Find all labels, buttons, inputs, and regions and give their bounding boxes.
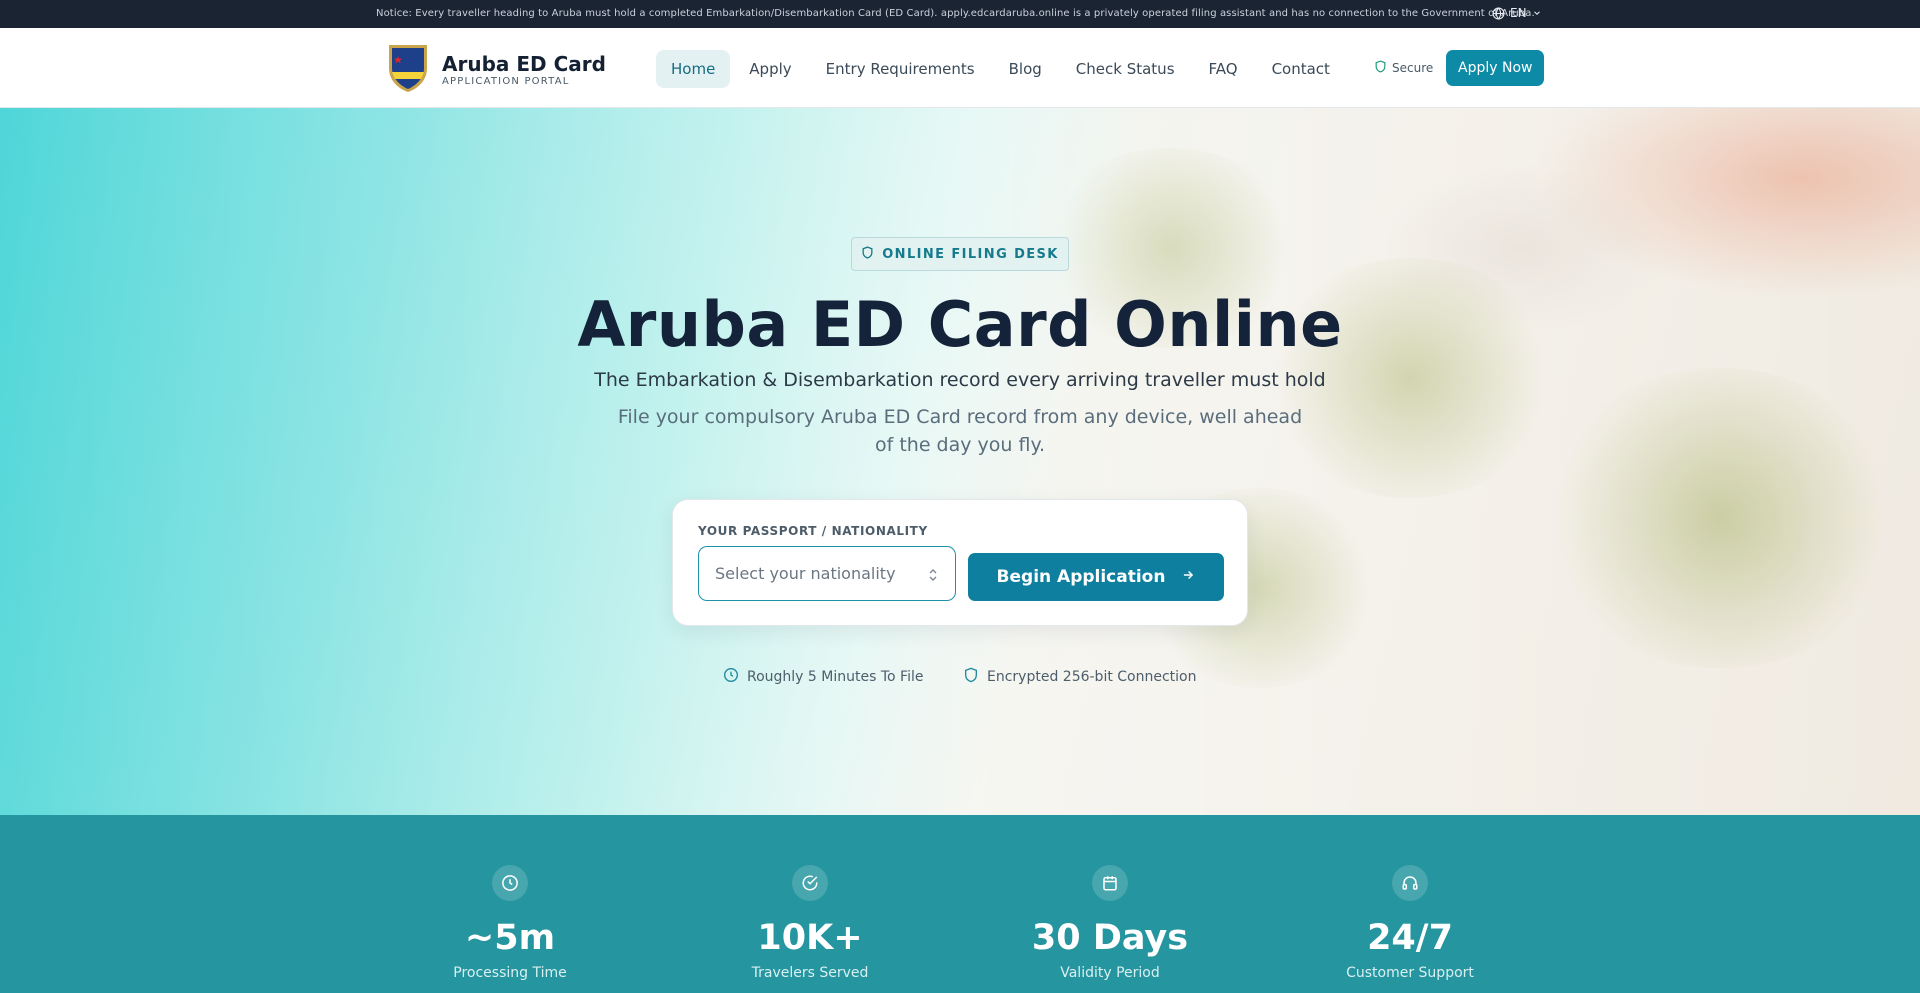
nav-check-status[interactable]: Check Status: [1061, 50, 1190, 88]
hero-badge: ONLINE FILING DESK: [851, 237, 1069, 271]
stats-band: ~5m Processing Time 10K+ Travelers Serve…: [0, 815, 1920, 993]
shield-icon: [963, 667, 979, 687]
hero-subtitle: The Embarkation & Disembarkation record …: [594, 369, 1326, 391]
shield-icon: [1374, 60, 1387, 76]
headphones-icon: [1392, 865, 1428, 901]
site-header: Aruba ED Card APPLICATION PORTAL Home Ap…: [0, 28, 1920, 108]
nav-home[interactable]: Home: [656, 50, 731, 88]
stat-label: Travelers Served: [751, 965, 869, 981]
notice-text: Notice: Every traveller heading to Aruba…: [376, 8, 1535, 19]
begin-application-button[interactable]: Begin Application: [968, 553, 1224, 601]
hero-overlay: [0, 108, 1920, 815]
stat-value: ~5m: [464, 918, 556, 958]
main-nav: Home Apply Entry Requirements Blog Check…: [656, 50, 1345, 88]
feature-label: Encrypted 256-bit Connection: [987, 669, 1197, 685]
calendar-icon: [1092, 865, 1128, 901]
hero-badge-label: ONLINE FILING DESK: [882, 246, 1059, 262]
nav-contact[interactable]: Contact: [1257, 50, 1345, 88]
aruba-crest-icon: [386, 42, 430, 98]
hero-description: File your compulsory Aruba ED Card recor…: [617, 406, 1303, 456]
stat-label: Customer Support: [1346, 965, 1474, 981]
application-card: YOUR PASSPORT / NATIONALITY Select your …: [672, 499, 1248, 626]
stat-value: 30 Days: [1031, 918, 1189, 958]
chevron-down-icon: [1532, 8, 1542, 18]
stat-value: 24/7: [1367, 918, 1453, 958]
hero-title: Aruba ED Card Online: [577, 288, 1343, 361]
stat-label: Processing Time: [453, 965, 567, 981]
secure-label: Secure: [1392, 61, 1434, 75]
nav-faq[interactable]: FAQ: [1194, 50, 1253, 88]
apply-now-button[interactable]: Apply Now: [1446, 50, 1545, 86]
arrow-right-icon: [1181, 567, 1195, 587]
nav-apply[interactable]: Apply: [734, 50, 806, 88]
brand-name: Aruba ED Card: [442, 52, 606, 76]
nav-entry-requirements[interactable]: Entry Requirements: [811, 50, 990, 88]
shield-icon: [861, 245, 874, 263]
language-switcher[interactable]: EN: [1492, 6, 1542, 20]
stat-value: 10K+: [757, 918, 863, 958]
feature-encryption: Encrypted 256-bit Connection: [963, 667, 1197, 687]
globe-icon: [1492, 6, 1505, 20]
secure-indicator: Secure: [1374, 60, 1433, 76]
clock-icon: [723, 667, 739, 687]
nav-blog[interactable]: Blog: [994, 50, 1057, 88]
check-circle-icon: [792, 865, 828, 901]
notice-bar: Notice: Every traveller heading to Aruba…: [0, 0, 1920, 28]
nationality-label: YOUR PASSPORT / NATIONALITY: [698, 524, 928, 538]
hero-section: ONLINE FILING DESK Aruba ED Card Online …: [0, 108, 1920, 815]
select-caret-icon: [927, 567, 939, 586]
begin-application-label: Begin Application: [996, 567, 1166, 587]
nationality-placeholder: Select your nationality: [715, 564, 896, 583]
nationality-select[interactable]: Select your nationality: [698, 546, 956, 601]
feature-processing-time: Roughly 5 Minutes To File: [723, 667, 923, 687]
brand-subtitle: APPLICATION PORTAL: [442, 76, 570, 87]
brand-logo-link[interactable]: Aruba ED Card APPLICATION PORTAL: [386, 42, 606, 98]
feature-label: Roughly 5 Minutes To File: [747, 669, 924, 685]
language-label: EN: [1510, 6, 1527, 20]
clock-icon: [492, 865, 528, 901]
stat-label: Validity Period: [1060, 965, 1160, 981]
